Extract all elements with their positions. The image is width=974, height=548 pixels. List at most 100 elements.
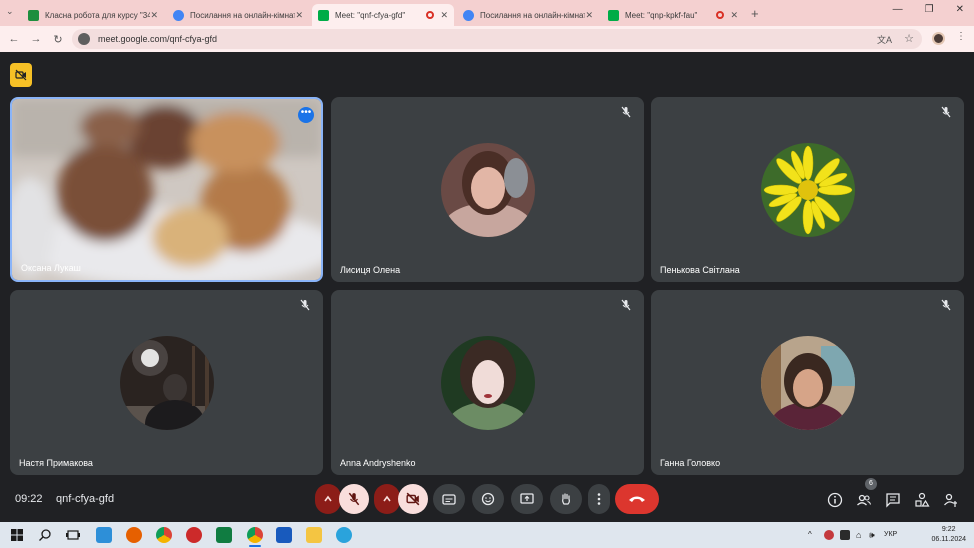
- tab-classroom[interactable]: Класна робота для курсу "34 Н ✕: [22, 4, 164, 26]
- chevron-up-icon: [324, 495, 332, 502]
- chat-icon[interactable]: [885, 492, 901, 508]
- present-icon: [520, 493, 534, 504]
- mic-off-icon: [300, 299, 310, 311]
- translate-icon[interactable]: 文A: [877, 33, 892, 46]
- store-icon[interactable]: [96, 527, 112, 543]
- bookmark-star-icon[interactable]: ☆: [904, 32, 914, 45]
- camera-off-badge-icon[interactable]: [10, 63, 32, 87]
- classroom-icon: [28, 9, 39, 21]
- close-tab-icon[interactable]: ✕: [440, 10, 448, 21]
- participant-avatar: [119, 336, 214, 430]
- tray-chevron-icon[interactable]: ^: [808, 530, 818, 540]
- participant-avatar: [440, 143, 535, 237]
- excel-icon[interactable]: [216, 527, 232, 543]
- mic-off-icon: [941, 106, 951, 118]
- participant-tile[interactable]: Пенькова Світлана: [651, 97, 964, 282]
- leave-call-button[interactable]: [615, 484, 659, 514]
- host-controls-icon[interactable]: [943, 492, 959, 508]
- back-icon[interactable]: ←: [3, 33, 25, 45]
- telegram-icon[interactable]: [336, 527, 352, 543]
- tab-meet-2[interactable]: Meet: "qnp-kpkf-fau" ✕: [602, 4, 744, 26]
- windows-start-icon[interactable]: [9, 527, 25, 543]
- participant-name: Пенькова Світлана: [660, 265, 740, 275]
- mic-off-icon: [348, 492, 360, 506]
- meet-icon: [318, 9, 329, 21]
- tab-meet-active[interactable]: Meet: "qnf-cfya-gfd" ✕: [312, 4, 454, 26]
- emoji-icon: [481, 492, 495, 506]
- raise-hand-button[interactable]: [550, 484, 582, 514]
- google-icon: [173, 9, 184, 21]
- audio-options-button[interactable]: [315, 484, 341, 514]
- new-tab-button[interactable]: +: [751, 6, 759, 21]
- people-icon[interactable]: [856, 492, 872, 508]
- captions-button[interactable]: [433, 484, 465, 514]
- mic-off-icon: [941, 299, 951, 311]
- participant-name: Настя Примакова: [19, 458, 93, 468]
- reactions-button[interactable]: [472, 484, 504, 514]
- search-icon[interactable]: [37, 527, 53, 543]
- participant-tile[interactable]: Ганна Головко: [651, 290, 964, 475]
- tab-title: Meet: "qnp-kpkf-fau": [625, 10, 698, 20]
- profile-avatar[interactable]: [932, 32, 945, 45]
- tab-room-links-1[interactable]: Посилання на онлайн-кімнат ✕: [167, 4, 309, 26]
- participant-name: Ганна Головко: [660, 458, 721, 468]
- word-icon[interactable]: [276, 527, 292, 543]
- minimize-icon[interactable]: —: [893, 4, 903, 15]
- more-options-icon[interactable]: •••: [298, 107, 314, 123]
- browser-menu-icon[interactable]: ⋮: [956, 31, 966, 42]
- tray-app-icon[interactable]: [824, 530, 834, 540]
- close-tab-icon[interactable]: ✕: [585, 10, 593, 21]
- participant-tile[interactable]: Лисиця Олена: [331, 97, 644, 282]
- keyboard-language[interactable]: УКР: [884, 531, 897, 538]
- task-view-icon[interactable]: [65, 527, 81, 543]
- meeting-code[interactable]: qnf-cfya-gfd: [56, 493, 114, 505]
- system-clock[interactable]: 9:22 06.11.2024: [931, 525, 966, 545]
- chrome-active-icon[interactable]: [247, 527, 263, 543]
- maximize-icon[interactable]: ❐: [925, 4, 934, 15]
- forward-icon[interactable]: →: [25, 33, 47, 45]
- meet-icon: [608, 9, 619, 21]
- closed-captions-icon: [442, 494, 456, 505]
- security-shield-icon[interactable]: [840, 530, 850, 540]
- hand-icon: [562, 493, 570, 505]
- activities-icon[interactable]: [914, 492, 930, 508]
- tab-room-links-2[interactable]: Посилання на онлайн-кімнат ✕: [457, 4, 599, 26]
- volume-icon[interactable]: 🕪: [869, 530, 879, 540]
- more-options-button[interactable]: [588, 484, 610, 514]
- close-tab-icon[interactable]: ✕: [295, 10, 303, 21]
- chevron-up-icon: [383, 495, 391, 502]
- tab-title: Класна робота для курсу "34 Н: [45, 10, 151, 20]
- participant-tile[interactable]: Anna Andryshenko: [331, 290, 644, 475]
- chrome-icon[interactable]: [156, 527, 172, 543]
- camera-off-icon: [406, 492, 420, 506]
- site-info-icon[interactable]: [78, 33, 90, 45]
- address-bar[interactable]: meet.google.com/qnf-cfya-gfd 文A ☆: [72, 29, 922, 49]
- close-tab-icon[interactable]: ✕: [150, 10, 158, 21]
- participant-tile[interactable]: Настя Примакова: [10, 290, 323, 475]
- close-window-icon[interactable]: ✕: [956, 4, 964, 15]
- google-icon: [463, 9, 474, 21]
- participant-name: Оксана Лукаш: [21, 263, 81, 273]
- clock-date: 06.11.2024: [931, 536, 966, 543]
- participant-avatar: [760, 143, 855, 237]
- opera-icon[interactable]: [186, 527, 202, 543]
- network-icon[interactable]: ⌂: [856, 530, 866, 540]
- meet-stage: ••• Оксана Лукаш Лисиця Олена Пенькова С…: [0, 52, 974, 522]
- file-explorer-icon[interactable]: [306, 527, 322, 543]
- info-icon[interactable]: [827, 492, 843, 508]
- microphone-toggle-button[interactable]: [339, 484, 369, 514]
- camera-toggle-button[interactable]: [398, 484, 428, 514]
- tab-title: Meet: "qnf-cfya-gfd": [335, 10, 406, 20]
- call-end-icon: [629, 496, 645, 502]
- clock-time: 9:22: [941, 526, 956, 533]
- video-options-button[interactable]: [374, 484, 400, 514]
- present-screen-button[interactable]: [511, 484, 543, 514]
- close-tab-icon[interactable]: ✕: [730, 10, 738, 21]
- participant-tile-self[interactable]: ••• Оксана Лукаш: [10, 97, 323, 282]
- firefox-icon[interactable]: [126, 527, 142, 543]
- windows-taskbar: ^ ⌂ 🕪 УКР 9:22 06.11.2024: [0, 522, 974, 548]
- more-vert-icon: [597, 493, 601, 505]
- url-text[interactable]: meet.google.com/qnf-cfya-gfd: [98, 34, 217, 44]
- tab-search-icon[interactable]: ⌄: [6, 6, 14, 17]
- reload-icon[interactable]: ↻: [47, 33, 69, 46]
